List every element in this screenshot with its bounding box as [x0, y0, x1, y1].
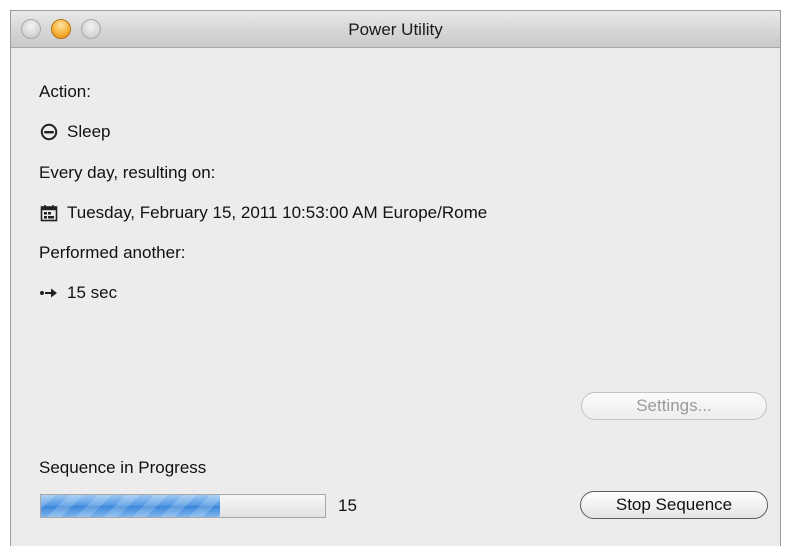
- performed-value: 15 sec: [67, 283, 118, 302]
- progress-value: 15: [338, 496, 357, 515]
- settings-button[interactable]: Settings...: [581, 392, 767, 420]
- action-value: Sleep: [67, 122, 111, 141]
- schedule-row: Tuesday, February 15, 2011 10:53:00 AM E…: [39, 203, 487, 223]
- power-utility-window: Power Utility Action: Sleep Every day, r…: [10, 10, 781, 546]
- calendar-icon: [39, 203, 59, 223]
- title-bar[interactable]: Power Utility: [11, 11, 780, 48]
- progress-fill: [41, 495, 220, 517]
- action-label: Action:: [39, 82, 91, 101]
- schedule-value: Tuesday, February 15, 2011 10:53:00 AM E…: [67, 203, 488, 222]
- sleep-icon: [39, 122, 59, 142]
- window-title: Power Utility: [348, 20, 443, 39]
- window-content: Action: Sleep Every day, resulting on: T…: [11, 48, 780, 546]
- stop-sequence-button[interactable]: Stop Sequence: [580, 491, 768, 519]
- arrow-right-icon: [39, 283, 59, 303]
- performed-label: Performed another:: [39, 243, 186, 262]
- progress-label: Sequence in Progress: [39, 458, 207, 477]
- performed-row: 15 sec: [39, 283, 117, 303]
- action-row: Sleep: [39, 122, 110, 142]
- sequence-progress-bar: [40, 494, 326, 518]
- schedule-label: Every day, resulting on:: [39, 163, 216, 182]
